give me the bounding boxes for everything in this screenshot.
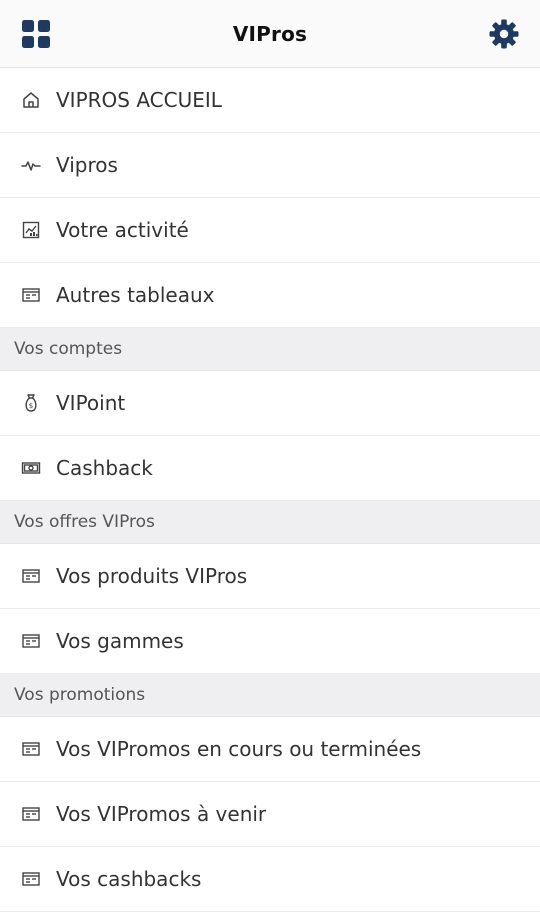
section-title: Vos comptes (14, 339, 123, 359)
section-title: Vos promotions (14, 685, 146, 705)
chart-icon (20, 219, 42, 241)
nav-item-activity[interactable]: Votre activité (0, 198, 540, 263)
nav-item-cashback[interactable]: Cashback (0, 436, 540, 501)
nav-item-cashbacks[interactable]: Vos cashbacks (0, 847, 540, 912)
nav-item-label: Vos VIPromos en cours ou terminées (56, 737, 422, 761)
nav-item-ranges[interactable]: Vos gammes (0, 609, 540, 674)
grid-menu-icon[interactable] (18, 16, 54, 52)
nav-item-label: Vipros (56, 153, 118, 177)
nav-item-label: Vos VIPromos à venir (56, 802, 267, 826)
nav-item-products[interactable]: Vos produits VIPros (0, 544, 540, 609)
svg-text:$: $ (29, 402, 33, 410)
table-icon (20, 868, 42, 890)
nav-item-vipoint[interactable]: $ VIPoint (0, 371, 540, 436)
section-header-accounts: Vos comptes (0, 328, 540, 371)
nav-item-label: Vos produits VIPros (56, 564, 248, 588)
app-title: VIPros (232, 21, 308, 46)
table-icon (20, 738, 42, 760)
table-icon (20, 284, 42, 306)
gear-icon[interactable] (486, 16, 522, 52)
table-icon (20, 565, 42, 587)
nav-item-promos-current[interactable]: Vos VIPromos en cours ou terminées (0, 717, 540, 782)
nav-item-promos-upcoming[interactable]: Vos VIPromos à venir (0, 782, 540, 847)
nav-item-label: Votre activité (56, 218, 189, 242)
nav-item-label: Autres tableaux (56, 283, 215, 307)
section-header-promotions: Vos promotions (0, 674, 540, 717)
nav-item-label: Vos gammes (56, 629, 184, 653)
app-header: VIPros (0, 0, 540, 68)
money-bag-icon: $ (20, 392, 42, 414)
table-icon (20, 803, 42, 825)
table-icon (20, 630, 42, 652)
nav-item-home[interactable]: VIPROS ACCUEIL (0, 68, 540, 133)
section-header-offers: Vos offres VIPros (0, 501, 540, 544)
nav-item-label: VIPROS ACCUEIL (56, 88, 222, 112)
nav-item-label: Cashback (56, 456, 153, 480)
banknote-icon (20, 457, 42, 479)
pulse-icon (20, 154, 42, 176)
home-icon (20, 89, 42, 111)
nav-item-other-boards[interactable]: Autres tableaux (0, 263, 540, 328)
nav-item-label: Vos cashbacks (56, 867, 202, 891)
nav-item-label: VIPoint (56, 391, 126, 415)
nav-item-vipros[interactable]: Vipros (0, 133, 540, 198)
section-title: Vos offres VIPros (14, 512, 155, 532)
